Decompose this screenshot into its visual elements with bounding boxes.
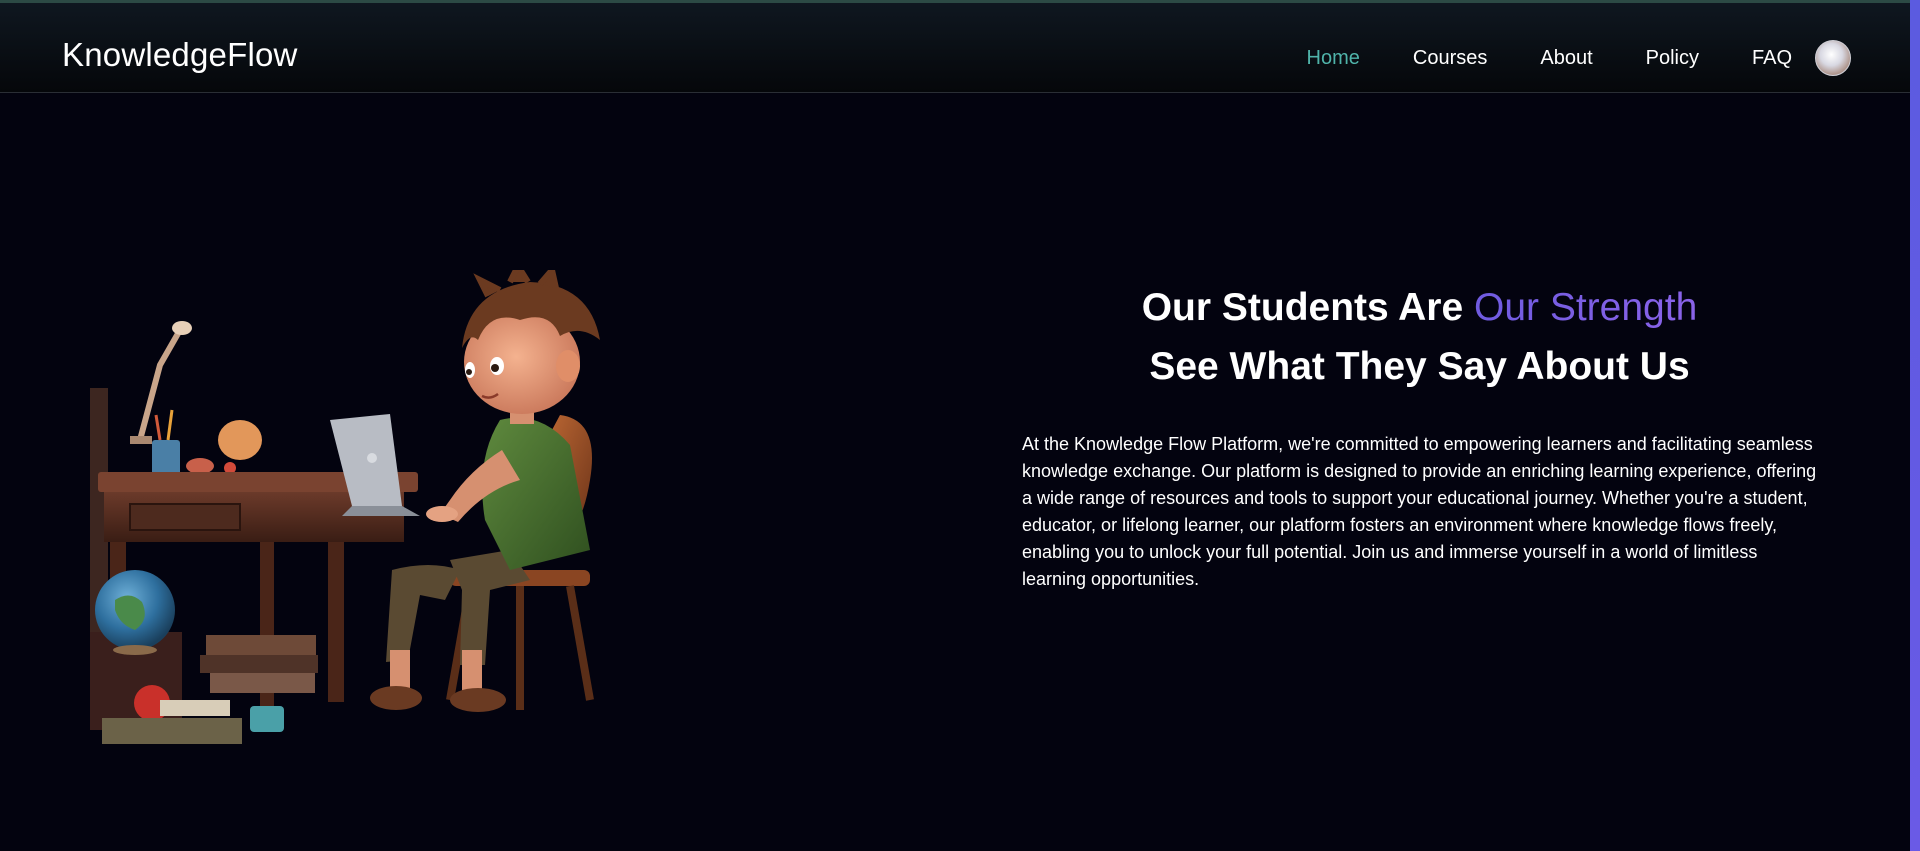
scrollbar[interactable]	[1910, 0, 1920, 851]
nav-policy[interactable]: Policy	[1646, 47, 1699, 70]
nav-about[interactable]: About	[1540, 47, 1592, 70]
heading-line1-accent: Our Strength	[1473, 286, 1698, 329]
nav-faq[interactable]: FAQ	[1752, 47, 1792, 70]
heading-line1-prefix: Our Students Are	[1141, 286, 1474, 329]
navbar: KnowledgeFlow Home Courses About Policy …	[0, 3, 1910, 93]
nav-home[interactable]: Home	[1307, 47, 1360, 70]
brand-logo[interactable]: KnowledgeFlow	[62, 36, 298, 74]
heading-line2: See What They Say About Us	[1149, 345, 1690, 388]
page: KnowledgeFlow Home Courses About Policy …	[0, 0, 1920, 851]
boy-studying-illustration	[90, 270, 600, 744]
user-avatar-icon[interactable]	[1815, 40, 1851, 76]
hero-heading: Our Students Are Our Strength See What T…	[1022, 278, 1817, 396]
nav-links: Home Courses About Policy FAQ	[1307, 47, 1792, 70]
nav-courses[interactable]: Courses	[1413, 47, 1487, 70]
hero-description: At the Knowledge Flow Platform, we're co…	[1022, 434, 1817, 589]
